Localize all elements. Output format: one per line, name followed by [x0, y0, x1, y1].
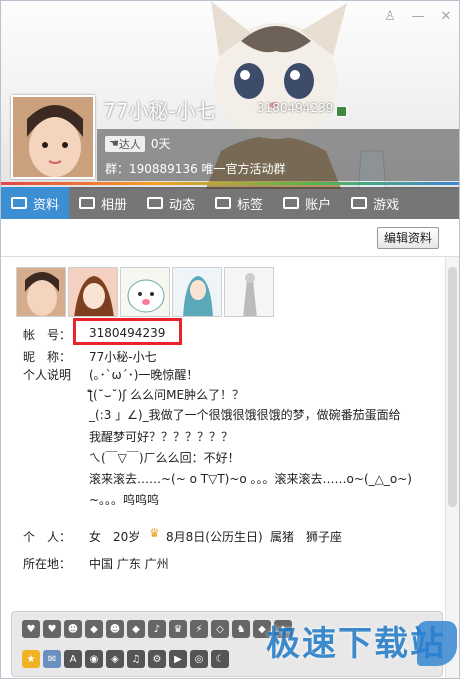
thumb-icon: ☚	[109, 137, 119, 150]
description-line: (｡･`ω´･)一晚惊醒！	[89, 368, 199, 382]
crown-icon: ♛	[149, 526, 160, 540]
group-text[interactable]: 群：190889136 唯一官方活动群	[105, 160, 286, 177]
diamond-icon[interactable]: ◆	[85, 620, 103, 638]
personal-age: 20岁	[113, 530, 141, 544]
star-icon[interactable]: ★	[22, 650, 40, 668]
crown-icon[interactable]: ♛	[169, 620, 187, 638]
music-icon[interactable]: ♫	[127, 650, 145, 668]
window-controls: ♙ — ✕	[383, 9, 453, 24]
description-label: 个人说明	[23, 368, 72, 382]
vip-badge[interactable]: ☚ 达人	[105, 135, 145, 152]
photo-thumbnail[interactable]	[224, 267, 274, 317]
photo-thumbnail[interactable]	[172, 267, 222, 317]
skin-icon[interactable]: ♙	[383, 9, 397, 24]
watermark-logo	[417, 621, 457, 666]
pet-icon[interactable]: ☻	[106, 620, 124, 638]
minimize-button[interactable]: —	[411, 9, 425, 24]
personal-birthday: 8月8日(公历生日)	[166, 530, 263, 544]
tab-tags[interactable]: 标签	[205, 187, 273, 219]
bolt-icon[interactable]: ⚡	[190, 620, 208, 638]
pet-icon[interactable]: ☻	[64, 620, 82, 638]
description-line: _(:3 」∠)_我做了一个很饿很饿很饿的梦，做碗番茄蛋面给	[89, 408, 401, 422]
icon-row: ★ ✉ A ◉ ◈ ♫ ⚙ ▶ ◎ ☾	[22, 650, 229, 668]
divider	[1, 182, 459, 185]
personal-zodiac: 属猪	[270, 530, 295, 544]
tab-feed[interactable]: 动态	[137, 187, 205, 219]
vip-label: 达人	[118, 137, 141, 151]
game-icon	[351, 197, 368, 209]
personal-constellation: 狮子座	[306, 530, 343, 544]
app-icon[interactable]: A	[64, 650, 82, 668]
id-card-icon	[11, 197, 27, 209]
music-icon[interactable]: ♪	[148, 620, 166, 638]
heart-icon[interactable]: ♥	[43, 620, 61, 638]
description-line: ~。。。呜呜呜	[89, 493, 160, 507]
video-icon[interactable]: ▶	[169, 650, 187, 668]
settings-icon[interactable]: ⚙	[148, 650, 166, 668]
photo-thumbnail[interactable]	[68, 267, 118, 317]
tab-games[interactable]: 游戏	[341, 187, 409, 219]
action-row: 编辑资料	[1, 219, 459, 257]
edit-profile-button[interactable]: 编辑资料	[377, 227, 439, 249]
edit-signature-icon[interactable]	[336, 106, 347, 117]
wallet-icon	[283, 197, 300, 209]
vip-info: ☚ 达人 0天	[105, 135, 171, 152]
qq-number: 3180494239	[257, 101, 334, 115]
personal-label: 个 人：	[23, 530, 72, 544]
tab-bar: 资料 相册 动态 标签 账户 游戏	[1, 187, 459, 219]
tab-label: 标签	[237, 197, 264, 213]
location-label: 所在地：	[23, 557, 72, 571]
diamond-icon[interactable]: ◇	[211, 620, 229, 638]
close-button[interactable]: ✕	[439, 9, 453, 24]
avatar[interactable]	[11, 95, 95, 179]
tab-label: 账户	[305, 197, 332, 213]
diamond-icon[interactable]: ◆	[127, 620, 145, 638]
photo-icon	[79, 197, 96, 209]
icon-row: ♥ ♥ ☻ ◆ ☻ ◆ ♪ ♛ ⚡ ◇ ♞ ◆ ✦	[22, 620, 292, 638]
tab-label: 游戏	[373, 197, 400, 213]
account-label: 帐 号：	[23, 328, 72, 342]
shield-icon[interactable]: ◈	[106, 650, 124, 668]
photo-thumbnail[interactable]	[16, 267, 66, 317]
tab-label: 动态	[169, 197, 196, 213]
location-value: 中国 广东 广州	[89, 557, 169, 571]
mail-icon[interactable]: ✉	[43, 650, 61, 668]
game-icon[interactable]: ♞	[232, 620, 250, 638]
tab-label: 资料	[33, 197, 60, 213]
bookmark-icon	[215, 197, 232, 209]
camera-icon[interactable]: ◉	[85, 650, 103, 668]
profile-window: ♙ — ✕ 77小秘-小七 3180494239 ☚ 达人 0天 群：190889…	[0, 0, 460, 679]
description-line: 我醒梦可好？？？？？？？	[89, 430, 234, 444]
nickname: 77小秘-小七	[103, 99, 216, 123]
description-line: ƪ(˘⌣˘)ʃ 么么问ME肿么了！？	[89, 388, 245, 402]
scrollbar[interactable]	[445, 257, 459, 678]
nickname-label: 昵 称：	[23, 350, 72, 364]
list-icon	[147, 197, 164, 209]
tab-label: 相册	[101, 197, 128, 213]
highlight-box	[73, 318, 182, 345]
tab-profile[interactable]: 资料	[1, 187, 70, 219]
moon-icon[interactable]: ☾	[211, 650, 229, 668]
heart-icon[interactable]: ♥	[22, 620, 40, 638]
profile-header: ♙ — ✕ 77小秘-小七 3180494239 ☚ 达人 0天 群：190889…	[1, 1, 459, 189]
photo-strip	[16, 267, 274, 317]
vip-days: 0天	[150, 137, 171, 151]
tab-account[interactable]: 账户	[273, 187, 341, 219]
eye-icon[interactable]: ◎	[190, 650, 208, 668]
description-line: ㄟ(￣▽￣)ㄏ么么回：不好！	[89, 451, 240, 465]
personal-sex: 女	[89, 530, 102, 544]
scrollbar-thumb[interactable]	[448, 267, 457, 507]
photo-thumbnail[interactable]	[120, 267, 170, 317]
nickname-value: 77小秘-小七	[89, 350, 157, 364]
description-line: 滚来滚去……~(~ o T▽T)~o 。。。滚来滚去……o~(_△_o~)	[89, 472, 412, 486]
tab-album[interactable]: 相册	[69, 187, 137, 219]
